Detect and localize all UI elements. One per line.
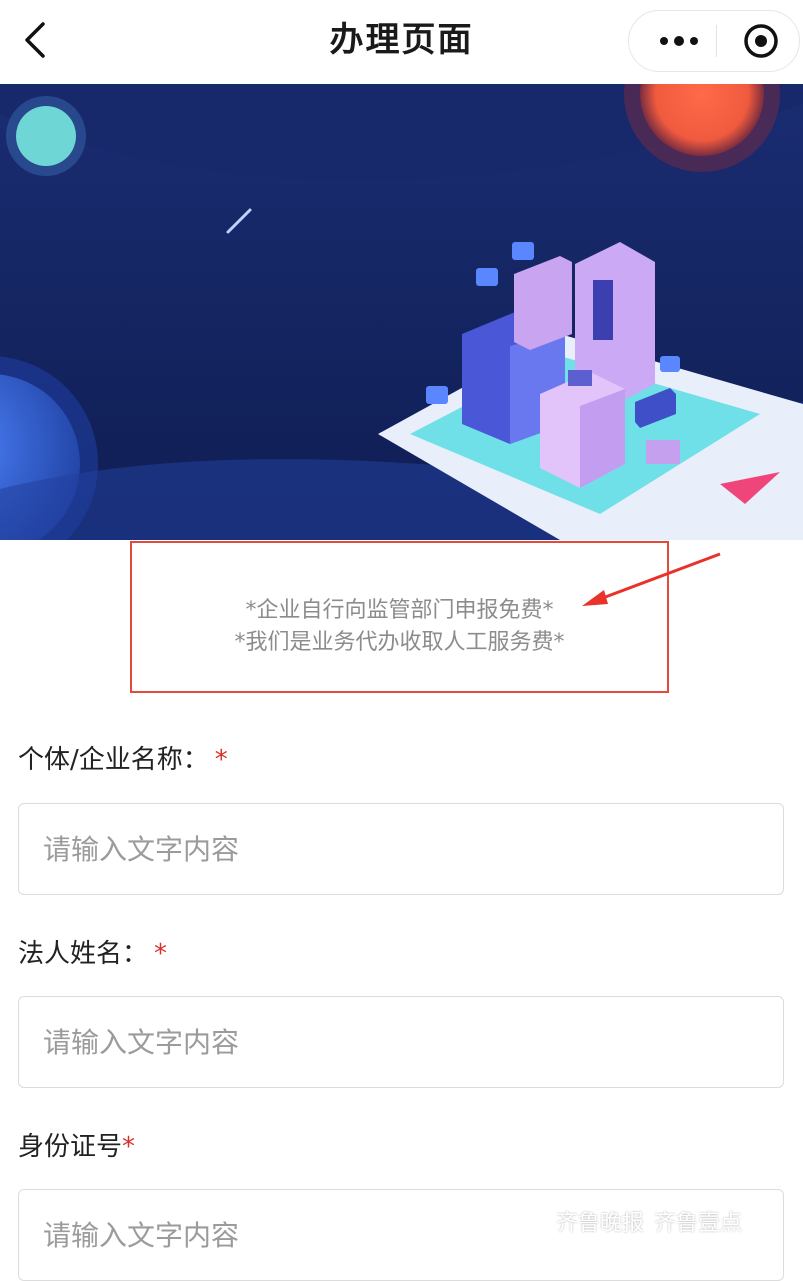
company-name-input[interactable] (19, 804, 783, 894)
red-arrow-annotation (582, 552, 721, 606)
legal-person-label: 法人姓名： * (18, 939, 168, 969)
watermark: 齐鲁晚报 齐鲁壹点 (556, 1204, 742, 1238)
close-mini-program-button[interactable] (731, 11, 791, 71)
company-name-field[interactable] (18, 803, 784, 895)
required-marker: * (122, 1132, 136, 1162)
city-illustration (0, 16, 803, 572)
company-name-label: 个体/企业名称： * (18, 745, 228, 775)
more-button[interactable] (649, 11, 709, 71)
legal-person-field[interactable] (18, 996, 784, 1088)
banner-illustration (0, 16, 803, 572)
more-dots-icon (660, 36, 698, 46)
id-number-label: 身份证号* (18, 1132, 136, 1162)
notice-line-2: *我们是业务代办收取人工服务费* (234, 630, 565, 655)
capsule-divider (716, 25, 717, 57)
watermark-text-1: 齐鲁晚报 (556, 1211, 645, 1236)
required-marker: * (214, 745, 228, 775)
mini-program-capsule (628, 10, 800, 72)
watermark-text-2: 齐鲁壹点 (654, 1211, 743, 1236)
nav-bar: 办理页面 (0, 0, 803, 84)
target-circle-icon (744, 24, 778, 58)
legal-person-input[interactable] (19, 997, 783, 1087)
required-marker: * (154, 939, 168, 969)
